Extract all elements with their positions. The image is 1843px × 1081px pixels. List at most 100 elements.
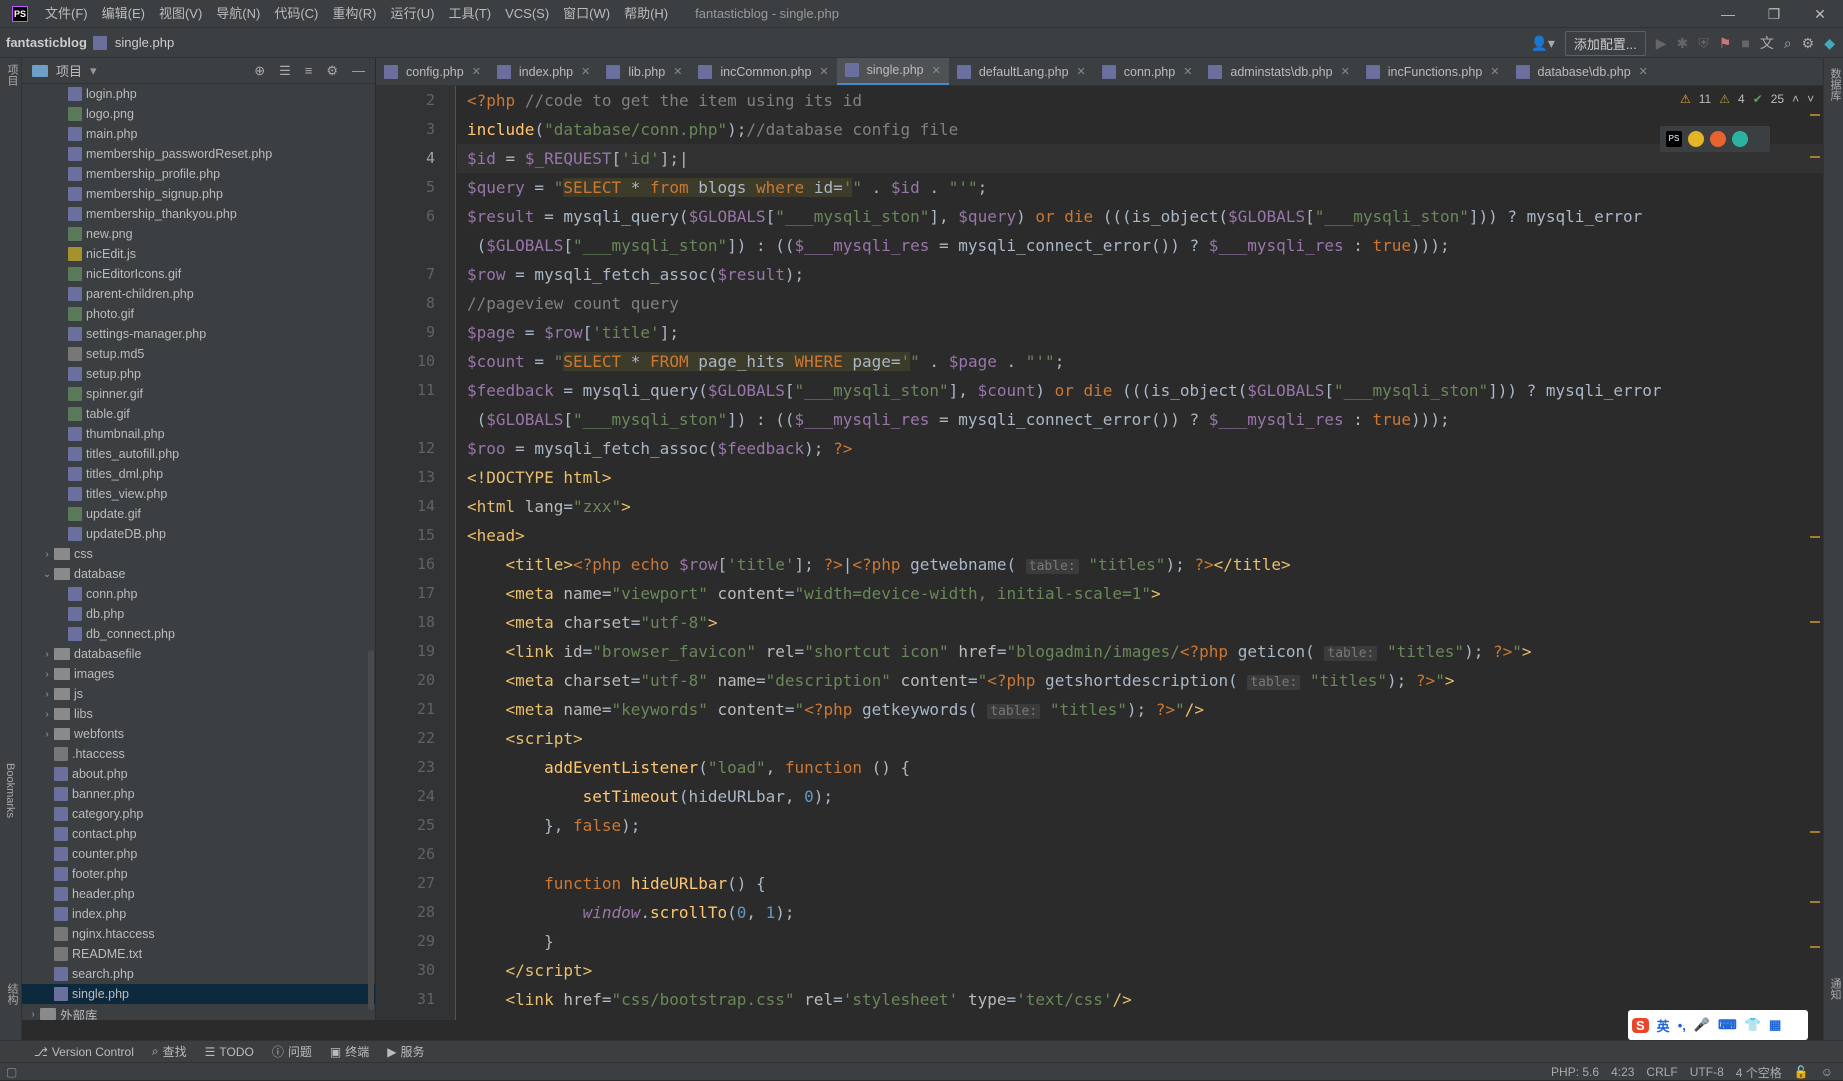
panel-toggle-icon[interactable]: ▢ xyxy=(6,1065,17,1079)
skin-icon[interactable]: 👕 xyxy=(1745,1017,1761,1033)
menu-item[interactable]: 帮助(H) xyxy=(617,0,675,28)
restore-icon[interactable]: ❐ xyxy=(1751,0,1797,28)
tree-item[interactable]: contact.php xyxy=(22,824,375,844)
tree-item[interactable]: update.gif xyxy=(22,504,375,524)
expand-arrow-icon[interactable]: › xyxy=(40,729,54,740)
tree-item[interactable]: › images xyxy=(22,664,375,684)
translate-icon[interactable]: 文 xyxy=(1760,33,1774,53)
expand-arrow-icon[interactable]: › xyxy=(40,649,54,660)
menu-item[interactable]: 代码(C) xyxy=(267,0,325,28)
bookmarks-tool-tab[interactable]: Bookmarks xyxy=(4,763,16,818)
tree-item[interactable]: index.php xyxy=(22,904,375,924)
profile-icon[interactable]: ⚑ xyxy=(1719,35,1732,52)
bottom-tool-button[interactable]: ☰ TODO xyxy=(205,1045,254,1059)
punctuation-icon[interactable]: •, xyxy=(1678,1018,1686,1033)
tree-item[interactable]: thumbnail.php xyxy=(22,424,375,444)
tree-item[interactable]: footer.php xyxy=(22,864,375,884)
keyboard-icon[interactable]: ⌨ xyxy=(1718,1017,1737,1033)
ime-language[interactable]: 英 xyxy=(1657,1016,1670,1035)
expand-arrow-icon[interactable]: › xyxy=(26,1009,40,1020)
lock-icon[interactable]: 🔓 xyxy=(1794,1065,1809,1079)
tree-scrollbar[interactable] xyxy=(368,650,374,1010)
chevron-up-icon[interactable]: ˄ xyxy=(1792,92,1799,106)
gear-icon[interactable]: ⚙ xyxy=(326,63,338,79)
tree-item[interactable]: category.php xyxy=(22,804,375,824)
indent-setting[interactable]: 4 个空格 xyxy=(1736,1064,1782,1081)
tree-item[interactable]: setup.php xyxy=(22,364,375,384)
tree-item[interactable]: membership_signup.php xyxy=(22,184,375,204)
tree-item[interactable]: › css xyxy=(22,544,375,564)
chrome-icon[interactable] xyxy=(1688,131,1704,147)
tree-item[interactable]: membership_passwordReset.php xyxy=(22,144,375,164)
database-tool-tab[interactable]: 数据库 xyxy=(1827,68,1843,101)
tree-item[interactable]: README.txt xyxy=(22,944,375,964)
editor-tab[interactable]: defaultLang.php ✕ xyxy=(949,58,1094,85)
tree-item[interactable]: about.php xyxy=(22,764,375,784)
breadcrumb-file[interactable]: single.php xyxy=(92,35,174,50)
structure-tool-tab[interactable]: 结构 xyxy=(4,983,20,1005)
tree-item[interactable]: header.php xyxy=(22,884,375,904)
user-icon[interactable]: 👤▾ xyxy=(1530,35,1554,52)
tree-item[interactable]: titles_view.php xyxy=(22,484,375,504)
expand-arrow-icon[interactable]: › xyxy=(40,709,54,720)
locate-icon[interactable]: ⊕ xyxy=(254,63,265,79)
close-icon[interactable]: ✕ xyxy=(1797,0,1843,28)
collapse-all-icon[interactable]: ≡ xyxy=(305,63,313,79)
menu-item[interactable]: 重构(R) xyxy=(325,0,383,28)
close-tab-icon[interactable]: ✕ xyxy=(819,65,828,78)
menu-item[interactable]: 视图(V) xyxy=(152,0,209,28)
stop-icon[interactable]: ■ xyxy=(1741,35,1749,51)
tree-item[interactable]: login.php xyxy=(22,84,375,104)
editor-tab[interactable]: incCommon.php ✕ xyxy=(690,58,836,85)
code-editor[interactable]: <?php //code to get the item using its i… xyxy=(457,86,1823,1020)
tree-item[interactable]: spinner.gif xyxy=(22,384,375,404)
expand-arrow-icon[interactable]: › xyxy=(40,689,54,700)
bottom-tool-button[interactable]: ▣ 终端 xyxy=(330,1043,369,1060)
tree-item[interactable]: settings-manager.php xyxy=(22,324,375,344)
tree-item[interactable]: photo.gif xyxy=(22,304,375,324)
phpstorm-browser-icon[interactable]: PS xyxy=(1666,131,1682,147)
add-configuration-button[interactable]: 添加配置... xyxy=(1564,30,1646,56)
tree-item[interactable]: › libs xyxy=(22,704,375,724)
tree-item[interactable]: nicEditorIcons.gif xyxy=(22,264,375,284)
tree-item[interactable]: main.php xyxy=(22,124,375,144)
tree-item[interactable]: membership_thankyou.php xyxy=(22,204,375,224)
close-tab-icon[interactable]: ✕ xyxy=(932,64,941,77)
close-tab-icon[interactable]: ✕ xyxy=(1183,65,1192,78)
menu-item[interactable]: 编辑(E) xyxy=(95,0,152,28)
tree-item[interactable]: new.png xyxy=(22,224,375,244)
microphone-icon[interactable]: 🎤 xyxy=(1694,1017,1710,1033)
close-tab-icon[interactable]: ✕ xyxy=(673,65,682,78)
tree-item[interactable]: parent-children.php xyxy=(22,284,375,304)
bottom-tool-button[interactable]: ⌕ 查找 xyxy=(152,1043,187,1060)
close-tab-icon[interactable]: ✕ xyxy=(1639,65,1648,78)
expand-arrow-icon[interactable]: ⌄ xyxy=(40,569,54,580)
menu-item[interactable]: 窗口(W) xyxy=(556,0,617,28)
tree-item[interactable]: db.php xyxy=(22,604,375,624)
menu-item[interactable]: VCS(S) xyxy=(498,0,556,28)
tree-item[interactable]: db_connect.php xyxy=(22,624,375,644)
grid-icon[interactable]: ▦ xyxy=(1769,1017,1781,1033)
close-tab-icon[interactable]: ✕ xyxy=(581,65,590,78)
tree-item[interactable]: nginx.htaccess xyxy=(22,924,375,944)
close-tab-icon[interactable]: ✕ xyxy=(1341,65,1350,78)
minimize-icon[interactable]: — xyxy=(1705,0,1751,28)
tree-item[interactable]: conn.php xyxy=(22,584,375,604)
tree-item[interactable]: setup.md5 xyxy=(22,344,375,364)
file-encoding[interactable]: UTF-8 xyxy=(1690,1065,1724,1079)
project-panel-title[interactable]: 项目 xyxy=(56,61,82,80)
edge-icon[interactable] xyxy=(1732,131,1748,147)
breadcrumb-project[interactable]: fantasticblog xyxy=(0,35,93,50)
chevron-down-icon[interactable]: ▾ xyxy=(90,63,97,79)
close-tab-icon[interactable]: ✕ xyxy=(1077,65,1086,78)
tree-item[interactable]: ⌄ database xyxy=(22,564,375,584)
tree-item[interactable]: .htaccess xyxy=(22,744,375,764)
tree-item[interactable]: search.php xyxy=(22,964,375,984)
close-tab-icon[interactable]: ✕ xyxy=(472,65,481,78)
editor-tab[interactable]: index.php ✕ xyxy=(489,58,598,85)
menu-item[interactable]: 文件(F) xyxy=(38,0,95,28)
tree-item[interactable]: › 外部库 xyxy=(22,1004,375,1020)
tree-item[interactable]: titles_dml.php xyxy=(22,464,375,484)
tree-item[interactable]: › js xyxy=(22,684,375,704)
coverage-icon[interactable]: ⛨ xyxy=(1698,35,1709,52)
